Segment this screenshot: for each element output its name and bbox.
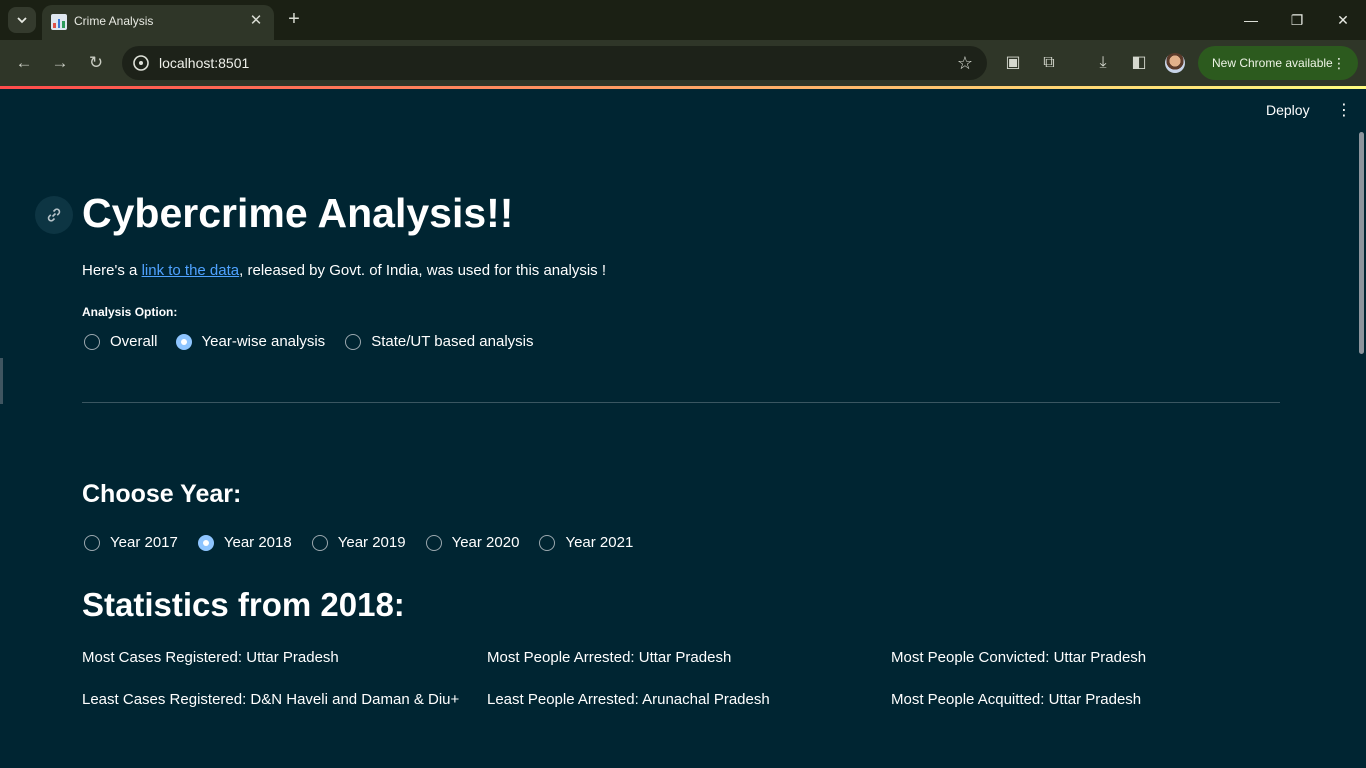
radio-label: State/UT based analysis — [371, 333, 534, 350]
radio-circle — [345, 333, 362, 350]
radio-label: Year 2020 — [451, 534, 520, 551]
update-chrome-button[interactable]: New Chrome available ⋮ — [1198, 46, 1358, 80]
header-decoration — [0, 86, 1366, 89]
radio-year-2020[interactable]: Year 2020 — [425, 534, 520, 551]
browser-toolbar: ← → ↻ localhost:8501 ☆ ▣ ⧉ ⤓ ◧ New Chrom… — [0, 40, 1366, 86]
new-tab-button[interactable]: + — [283, 8, 305, 30]
radio-circle — [539, 534, 556, 551]
radio-label: Year 2019 — [337, 534, 406, 551]
app-main: Deploy ⋮ Cybercrime Analysis!! Here's a … — [0, 86, 1366, 768]
intro-prefix: Here's a — [82, 262, 142, 279]
analysis-option-radio-group: Overall Year-wise analysis State/UT base… — [84, 333, 554, 350]
radio-label: Year-wise analysis — [201, 333, 326, 350]
close-window-button[interactable]: ✕ — [1328, 8, 1358, 32]
radio-circle-selected — [175, 333, 192, 350]
radio-year-2019[interactable]: Year 2019 — [311, 534, 406, 551]
scrollbar[interactable] — [1359, 132, 1364, 354]
stat-most-people-acquitted: Most People Acquitted: Uttar Pradesh — [891, 691, 1142, 708]
radio-label: Year 2021 — [565, 534, 634, 551]
tab-search-button[interactable] — [8, 7, 36, 33]
reload-button[interactable]: ↻ — [84, 51, 108, 75]
radio-circle — [84, 534, 100, 551]
radio-year-2017[interactable]: Year 2017 — [84, 534, 178, 551]
tab-strip: Crime Analysis ✕ + — ❐ ✕ — [0, 0, 1366, 40]
radio-label: Year 2017 — [110, 534, 178, 551]
page-title: Cybercrime Analysis!! — [82, 190, 514, 236]
download-icon[interactable]: ⤓ — [1092, 52, 1114, 74]
radio-state-ut[interactable]: State/UT based analysis — [345, 333, 534, 350]
radio-circle-selected — [197, 534, 214, 551]
stat-least-cases-registered: Least Cases Registered: D&N Haveli and D… — [82, 691, 460, 708]
data-link[interactable]: link to the data — [142, 262, 240, 279]
link-icon[interactable] — [35, 196, 73, 234]
radio-label: Overall — [110, 333, 158, 350]
choose-year-heading: Choose Year: — [82, 480, 242, 508]
intro-text: Here's a link to the data, released by G… — [82, 262, 606, 279]
tab-title: Crime Analysis — [74, 14, 154, 28]
statistics-heading: Statistics from 2018: — [82, 586, 405, 623]
site-info-icon[interactable] — [132, 54, 150, 72]
forward-button[interactable]: → — [48, 51, 72, 75]
main-menu-icon[interactable]: ⋮ — [1336, 100, 1352, 120]
chevron-down-icon — [17, 17, 27, 24]
address-bar[interactable]: localhost:8501 ☆ — [122, 46, 987, 80]
radio-circle — [311, 534, 328, 551]
url-text: localhost:8501 — [159, 55, 250, 71]
profile-avatar[interactable] — [1165, 53, 1185, 73]
browser-tab[interactable]: Crime Analysis ✕ — [42, 5, 274, 40]
sidebar-edge[interactable] — [0, 358, 3, 404]
stat-most-people-arrested: Most People Arrested: Uttar Pradesh — [487, 649, 732, 666]
radio-year-2018[interactable]: Year 2018 — [197, 534, 292, 551]
back-button[interactable]: ← — [12, 51, 36, 75]
intro-suffix: , released by Govt. of India, was used f… — [239, 262, 606, 279]
chain-link-icon — [47, 208, 61, 222]
divider — [82, 402, 1280, 403]
radio-circle — [84, 333, 100, 350]
year-radio-group: Year 2017 Year 2018 Year 2019 Year 2020 … — [84, 534, 653, 551]
radio-label: Year 2018 — [223, 534, 292, 551]
stat-least-people-arrested: Least People Arrested: Arunachal Pradesh — [487, 691, 770, 708]
stat-most-cases-registered: Most Cases Registered: Uttar Pradesh — [82, 649, 339, 666]
radio-year-2021[interactable]: Year 2021 — [539, 534, 633, 551]
radio-overall[interactable]: Overall — [84, 333, 158, 350]
update-chip-label: New Chrome available — [1212, 56, 1333, 70]
close-tab-icon[interactable]: ✕ — [246, 11, 266, 31]
deploy-button[interactable]: Deploy — [1266, 102, 1310, 118]
stat-most-people-convicted: Most People Convicted: Uttar Pradesh — [891, 649, 1147, 666]
more-vertical-icon: ⋮ — [1332, 55, 1346, 71]
screen-capture-icon[interactable]: ▣ — [1002, 52, 1024, 74]
radio-year-wise[interactable]: Year-wise analysis — [175, 333, 326, 350]
radio-circle — [425, 534, 442, 551]
restore-button[interactable]: ❐ — [1282, 8, 1312, 32]
extensions-icon[interactable]: ⧉ — [1038, 52, 1060, 74]
minimize-button[interactable]: — — [1236, 8, 1266, 32]
bookmark-star-icon[interactable]: ☆ — [957, 53, 973, 74]
side-panel-icon[interactable]: ◧ — [1128, 52, 1150, 74]
analysis-option-label: Analysis Option: — [82, 305, 178, 319]
chart-favicon-icon — [51, 14, 67, 30]
